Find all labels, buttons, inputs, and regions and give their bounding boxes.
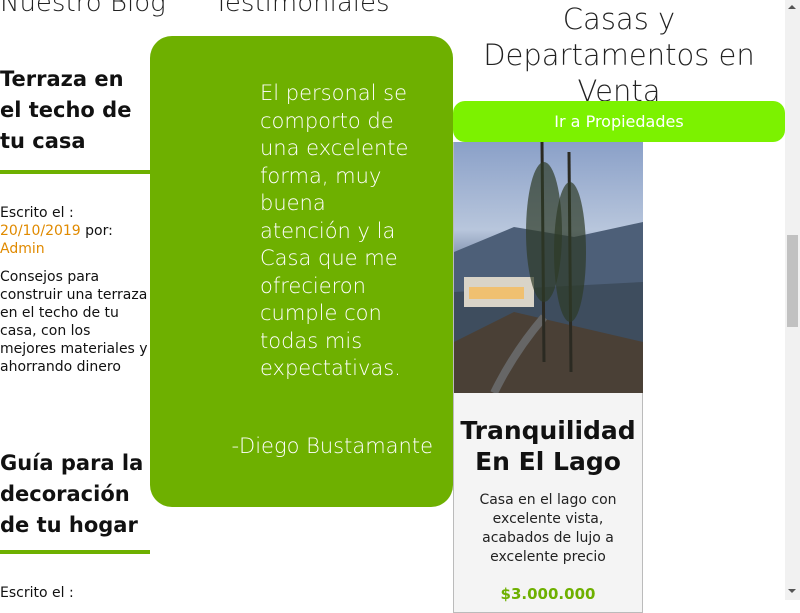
scroll-down-arrow-icon[interactable]	[788, 589, 796, 597]
testimonials-section-title: Testimoniales	[213, 0, 390, 18]
post-title[interactable]: Terraza en el techo de tu casa	[0, 64, 150, 157]
scrollbar-thumb[interactable]	[787, 235, 798, 327]
testimonial-card: El personal se comporto de una excelente…	[150, 36, 453, 507]
blog-post: Guía para la decoración de tu hogar Escr…	[0, 448, 150, 602]
testimonial-author: -Diego Bustamante	[231, 434, 433, 458]
scroll-up-arrow-icon[interactable]	[788, 1, 796, 9]
divider	[0, 170, 150, 174]
property-card[interactable]: Tranquilidad En El Lago Casa en el lago …	[453, 142, 643, 613]
properties-section-title: Casas y Departamentos en Venta	[483, 2, 755, 108]
property-description: Casa en el lago con excelente vista, aca…	[479, 492, 617, 565]
blog-section-title: Nuestro Blog	[0, 0, 166, 18]
property-price: $3.000.000	[500, 585, 596, 603]
written-label: Escrito el :	[0, 585, 74, 601]
post-meta: Escrito el : 20/10/2019 por: Admin	[0, 204, 150, 258]
post-date: 20/10/2019	[0, 223, 81, 239]
post-author[interactable]: Admin	[0, 241, 45, 257]
by-label: por:	[85, 223, 113, 239]
property-title[interactable]: Tranquilidad En El Lago	[454, 415, 642, 477]
blog-post: Terraza en el techo de tu casa Escrito e…	[0, 64, 150, 376]
divider	[0, 550, 150, 554]
post-excerpt: Consejos para construir una terraza en e…	[0, 269, 148, 375]
post-title[interactable]: Guía para la decoración de tu hogar	[0, 448, 150, 541]
written-label: Escrito el :	[0, 205, 74, 221]
testimonial-quote: El personal se comporto de una excelente…	[260, 81, 409, 380]
house-lake-illustration	[454, 142, 643, 393]
property-image	[454, 142, 643, 393]
properties-button[interactable]: Ir a Propiedades	[453, 101, 785, 142]
